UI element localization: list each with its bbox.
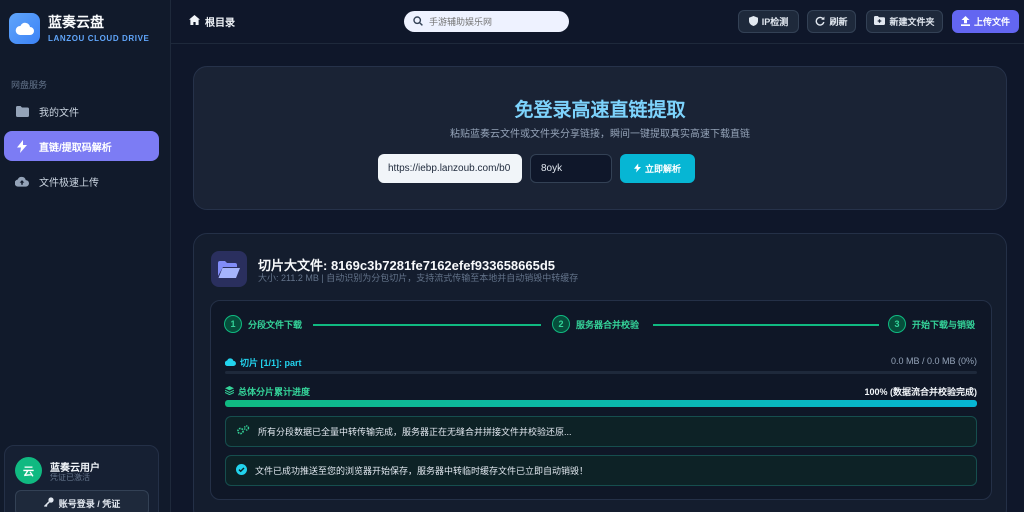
file-progress-card: 切片大文件: 8169c3b7281fe7162efef933658665d5 … [193, 233, 1007, 512]
step-1: 1 分段文件下载 [224, 315, 302, 333]
cloud-icon [9, 13, 40, 44]
transfer-progress-panel: 1 分段文件下载 2 服务器合并校验 3 开始下载与销毁 切片 [1/1]: p… [210, 300, 992, 500]
link-parse-panel: 免登录高速直链提取 粘贴蓝奏云文件或文件夹分享链接，瞬间一键提取真实高速下载直链… [193, 66, 1007, 210]
total-label-text: 总体分片累计进度 [238, 387, 311, 397]
extract-code-input[interactable] [530, 154, 612, 183]
status-message: 文件已成功推送至您的浏览器开始保存，服务器中转临时缓存文件已立即自动销毁！ [225, 455, 977, 486]
bolt-icon [633, 162, 641, 175]
shield-icon [748, 15, 758, 28]
slice-label-text: 切片 [1/1]: part [240, 358, 302, 368]
check-circle-icon [236, 464, 247, 477]
folder-plus-icon [874, 16, 886, 27]
breadcrumb-root[interactable]: 根目录 [189, 14, 235, 29]
step-number: 1 [224, 315, 242, 333]
ip-check-label: IP检测 [761, 17, 789, 27]
sidebar-item-label: 直链/提取码解析 [39, 142, 112, 154]
brand-subtitle: LANZOU CLOUD DRIVE [48, 34, 150, 43]
parse-button-label: 立即解析 [644, 164, 681, 174]
parse-button[interactable]: 立即解析 [620, 154, 695, 183]
step-label: 分段文件下载 [248, 319, 303, 330]
total-progress-text: 100% (数据流合并校验完成) [864, 387, 977, 397]
step-connector [313, 324, 541, 326]
new-folder-label: 新建文件夹 [889, 17, 935, 27]
sidebar-item-label: 文件极速上传 [39, 177, 99, 189]
sidebar-item-label: 我的文件 [39, 107, 79, 119]
cloud-upload-icon [15, 174, 29, 188]
hero-subtitle: 粘贴蓝奏云文件或文件夹分享链接，瞬间一键提取真实高速下载直链 [450, 129, 750, 140]
bolt-icon [15, 139, 29, 153]
step-connector [653, 324, 879, 326]
refresh-button[interactable]: 刷新 [807, 10, 856, 33]
search-icon [413, 13, 423, 31]
key-icon [43, 497, 54, 509]
upload-button[interactable]: 上传文件 [952, 10, 1019, 33]
login-button[interactable]: 账号登录 / 凭证 [15, 490, 149, 512]
step-number: 3 [888, 315, 906, 333]
slice-label: 切片 [1/1]: part [224, 356, 302, 369]
total-progress-fill [225, 400, 977, 407]
upload-icon [960, 15, 970, 28]
step-3: 3 开始下载与销毁 [888, 315, 975, 333]
file-subtitle: 大小: 211.2 MB | 自动识别为分包切片，支持流式传输至本地并自动销毁中… [258, 273, 579, 283]
step-number: 2 [552, 315, 570, 333]
status-message-text: 所有分段数据已全量中转传输完成，服务器正在无缝合并拼接文件并校验还原... [258, 427, 572, 437]
refresh-label: 刷新 [829, 17, 848, 27]
gears-icon [236, 425, 250, 438]
new-folder-button[interactable]: 新建文件夹 [866, 10, 943, 33]
folder-open-icon [211, 251, 247, 287]
step-2: 2 服务器合并校验 [552, 315, 639, 333]
hero-title: 免登录高速直链提取 [514, 100, 686, 121]
layers-icon [224, 386, 235, 397]
slice-progress-text: 0.0 MB / 0.0 MB (0%) [890, 356, 977, 366]
search-box[interactable] [404, 11, 569, 32]
sidebar-item-upload[interactable]: 文件极速上传 [4, 166, 159, 196]
status-message: 所有分段数据已全量中转传输完成，服务器正在无缝合并拼接文件并校验还原... [225, 416, 977, 447]
user-card: 云 蓝奏云用户 凭证已激活 账号登录 / 凭证 [4, 445, 159, 512]
home-icon [189, 15, 200, 28]
sidebar-item-link-parse[interactable]: 直链/提取码解析 [4, 131, 159, 161]
nav-section-title: 网盘服务 [11, 80, 48, 90]
share-url-input[interactable] [378, 154, 522, 183]
refresh-icon [815, 16, 825, 28]
upload-label: 上传文件 [973, 17, 1010, 27]
folder-icon [15, 104, 29, 118]
sidebar: 蓝奏云盘 LANZOU CLOUD DRIVE 网盘服务 我的文件 直链/提取码… [0, 0, 171, 512]
total-label: 总体分片累计进度 [224, 385, 311, 398]
login-button-label: 账号登录 / 凭证 [58, 498, 121, 509]
total-progress-bar [225, 400, 977, 407]
avatar: 云 [15, 457, 42, 484]
slice-progress-bar [225, 371, 977, 374]
topbar: 根目录 IP检测 刷新 新建文件夹 上传文件 [171, 0, 1024, 44]
breadcrumb-label: 根目录 [205, 18, 235, 29]
brand-title: 蓝奏云盘 [48, 14, 104, 30]
search-input[interactable] [429, 16, 559, 27]
step-label: 开始下载与销毁 [912, 319, 976, 330]
ip-check-button[interactable]: IP检测 [738, 10, 799, 33]
user-status: 凭证已激活 [50, 473, 90, 482]
status-message-text: 文件已成功推送至您的浏览器开始保存，服务器中转临时缓存文件已立即自动销毁！ [255, 466, 589, 476]
step-label: 服务器合并校验 [576, 319, 640, 330]
sidebar-item-my-files[interactable]: 我的文件 [4, 96, 159, 126]
brand[interactable]: 蓝奏云盘 LANZOU CLOUD DRIVE [9, 13, 149, 44]
cloud-download-icon [224, 357, 236, 368]
